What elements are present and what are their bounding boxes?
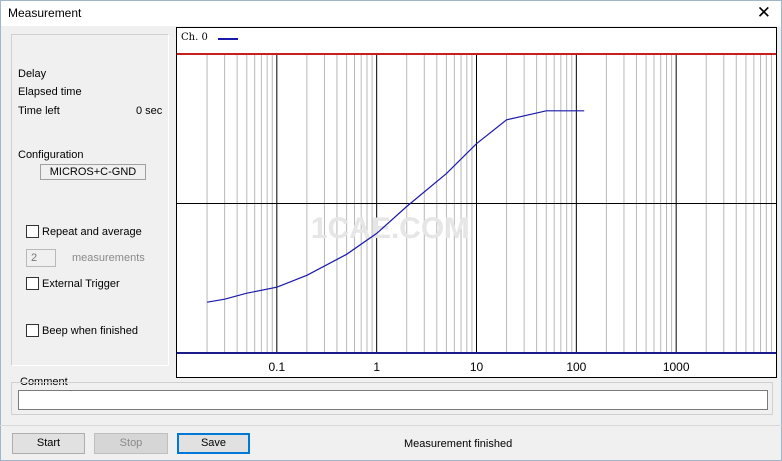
beep-label: Beep when finished: [42, 325, 139, 337]
status-panel: [11, 34, 169, 366]
chart-plot: 0.1 1 10 100 1000 1CAE.COM: [177, 53, 776, 374]
elapsed-time-label: Elapsed time: [18, 86, 82, 98]
measurements-count-input[interactable]: 2: [26, 249, 56, 267]
external-trigger-checkbox[interactable]: [26, 277, 39, 290]
start-button[interactable]: Start: [12, 433, 85, 454]
series-line: [206, 110, 585, 303]
beep-checkbox[interactable]: [26, 324, 39, 337]
x-tick-label: 1000: [663, 360, 690, 374]
stop-button[interactable]: Stop: [94, 433, 168, 454]
x-tick-label: 10: [470, 360, 484, 374]
time-left-label: Time left: [18, 105, 60, 117]
close-icon[interactable]: ✕: [757, 3, 771, 23]
measurement-chart: Ch. 0 0.1 1 10 100 1000 1CAE.COM: [176, 27, 777, 378]
window-title: Measurement: [8, 6, 82, 20]
status-text: Measurement finished: [404, 438, 513, 450]
measurements-label: measurements: [72, 252, 145, 264]
configuration-value: MICROS+C-GND: [40, 164, 146, 180]
divider: [0, 425, 782, 426]
title-bar: Measurement ✕: [0, 0, 782, 26]
configuration-label: Configuration: [18, 149, 84, 161]
delay-label: Delay: [18, 68, 47, 80]
external-trigger-label: External Trigger: [42, 278, 120, 290]
save-button[interactable]: Save: [177, 433, 250, 454]
comment-input[interactable]: [18, 390, 768, 410]
x-tick-label: 0.1: [268, 360, 285, 374]
watermark-text: 1CAE.COM: [311, 212, 469, 245]
repeat-checkbox[interactable]: [26, 225, 39, 238]
x-tick-label: 100: [566, 360, 586, 374]
x-tick-label: 1: [373, 360, 380, 374]
time-left-value: 0 sec: [136, 105, 163, 117]
repeat-label: Repeat and average: [42, 226, 142, 238]
